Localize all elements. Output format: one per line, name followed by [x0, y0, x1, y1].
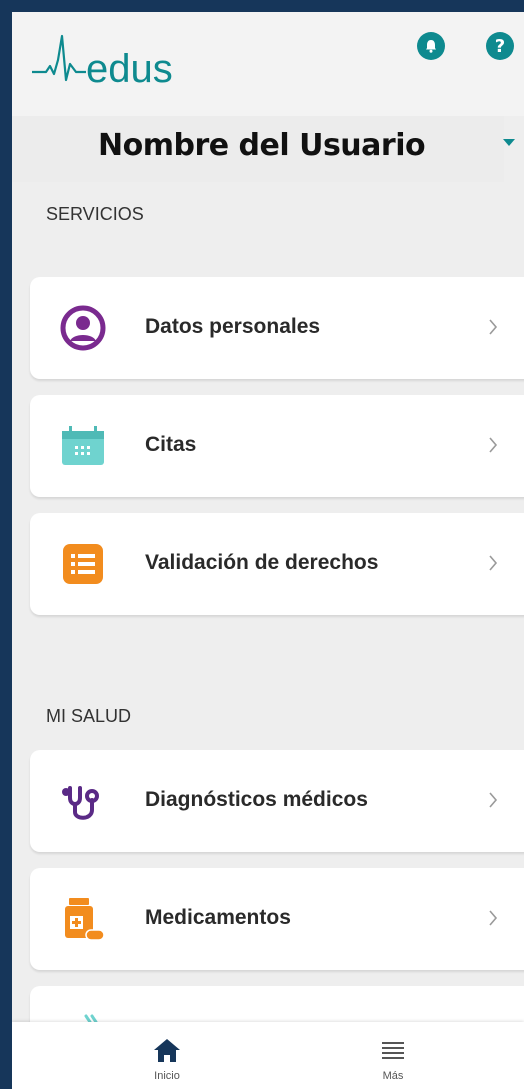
menu-item-label: Medicamentos [145, 906, 291, 929]
logo-text: edus [86, 47, 173, 90]
user-name: Nombre del Usuario [98, 128, 426, 163]
help-icon[interactable]: ? [486, 32, 514, 60]
chevron-right-icon [489, 910, 498, 926]
menu-item-label: Citas [145, 433, 197, 456]
chevron-right-icon [489, 555, 498, 571]
menu-icon [382, 1042, 404, 1059]
home-icon [154, 1039, 180, 1062]
nav-label-inicio: Inicio [154, 1070, 180, 1082]
bell-icon[interactable] [417, 32, 445, 60]
user-selector[interactable]: Nombre del Usuario [12, 116, 504, 182]
menu-item-validacion-de-derechos[interactable]: Validación de derechos [30, 513, 524, 615]
nav-item-mas[interactable]: Más [348, 1022, 438, 1089]
chevron-right-icon [489, 319, 498, 335]
medus-logo: edus [32, 34, 173, 90]
calendar-icon [62, 426, 104, 465]
section-title-mi-salud: MI SALUD [46, 706, 132, 726]
chevron-right-icon [489, 437, 498, 453]
top-bar: edus ? [12, 12, 524, 116]
menu-item-datos-personales[interactable]: Datos personales [30, 277, 524, 379]
nav-item-inicio[interactable]: Inicio [122, 1022, 212, 1089]
list-icon [63, 544, 103, 584]
menu-item-diagnosticos-medicos[interactable]: Diagnósticos médicos [30, 750, 524, 852]
menu-item-medicamentos[interactable]: Medicamentos [30, 868, 524, 970]
stethoscope-icon [62, 786, 99, 820]
menu-item-label: Diagnósticos médicos [145, 788, 368, 811]
nav-label-mas: Más [382, 1070, 404, 1082]
user-circle-icon [60, 305, 106, 351]
dropdown-caret-icon[interactable] [503, 139, 515, 146]
menu-item-label: Validación de derechos [145, 551, 379, 574]
menu-item-citas[interactable]: Citas [30, 395, 524, 497]
menu-item-label: Datos personales [145, 315, 321, 338]
chevron-right-icon [489, 792, 498, 808]
section-title-servicios: SERVICIOS [46, 204, 144, 224]
medicine-bottle-icon [65, 898, 105, 941]
bottom-navigation: Inicio Más [12, 1022, 524, 1089]
app-screen: edus ? Nombre del Usuario SERVICIOS Dato… [12, 12, 524, 1089]
